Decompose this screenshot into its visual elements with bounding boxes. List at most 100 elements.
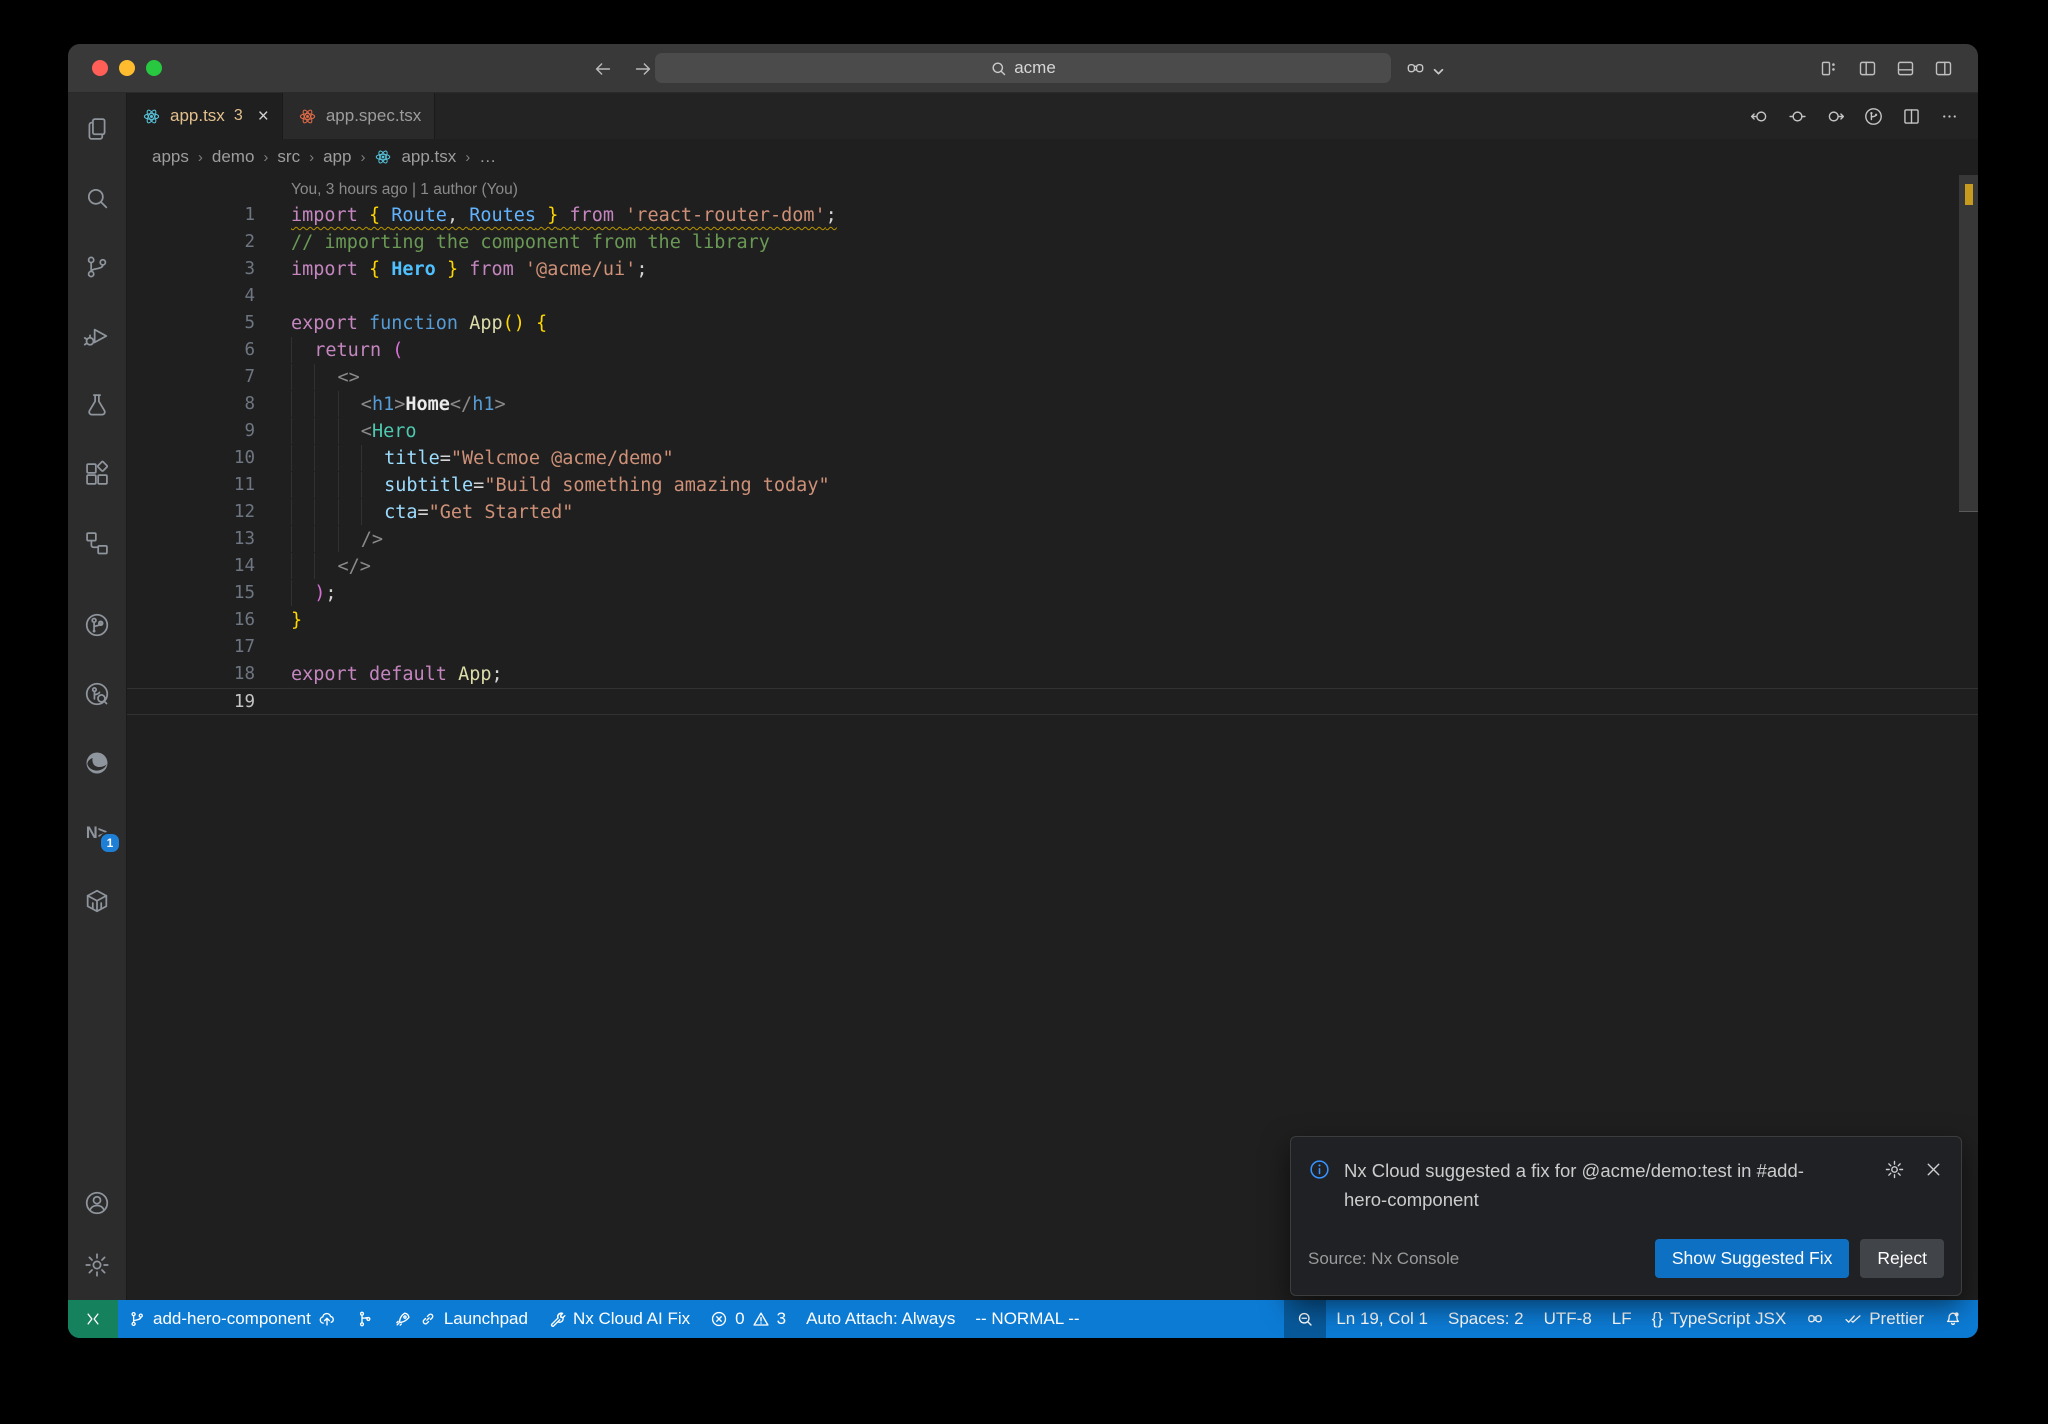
activity-explorer-icon[interactable]	[74, 106, 120, 152]
code-line: 9 <Hero	[127, 418, 1978, 445]
nav-back-circle-icon[interactable]	[1749, 106, 1770, 127]
close-window-button[interactable]	[92, 60, 108, 76]
window-controls	[92, 60, 162, 76]
toggle-secondary-sidebar-icon[interactable]	[1933, 58, 1954, 79]
activity-references-icon[interactable]	[74, 520, 120, 566]
activity-settings-icon[interactable]	[74, 1242, 120, 1288]
statusbar-nx-cloud-ai-fix[interactable]: Nx Cloud AI Fix	[538, 1300, 700, 1338]
activity-extensions-icon[interactable]	[74, 451, 120, 497]
code-line: 10 title="Welcmoe @acme/demo"	[127, 445, 1978, 472]
statusbar-formatter[interactable]: Prettier	[1834, 1300, 1934, 1338]
tab-strip: app.tsx 3 × app.spec.tsx	[127, 93, 1978, 139]
breadcrumb-separator: ›	[309, 148, 315, 166]
nav-point-circle-icon[interactable]	[1787, 106, 1808, 127]
breadcrumb-item[interactable]: apps	[152, 147, 189, 167]
line-number: 13	[233, 529, 255, 549]
code-line: 16}	[127, 607, 1978, 634]
code-line: 18 export default App;	[127, 661, 1978, 688]
scrollbar-slider[interactable]	[1959, 175, 1978, 512]
breadcrumb[interactable]: apps › demo › src › app › app.tsx ›…	[127, 139, 1978, 175]
line-number: 15	[233, 583, 255, 603]
activity-edge-tools-icon[interactable]	[74, 740, 120, 786]
line-content: <>	[291, 364, 360, 391]
line-content: export function App() {	[291, 313, 548, 334]
copilot-menu[interactable]	[1405, 58, 1444, 79]
statusbar-encoding[interactable]: UTF-8	[1534, 1300, 1602, 1338]
activity-run-debug-icon[interactable]	[74, 313, 120, 359]
info-icon	[1308, 1158, 1331, 1181]
customize-layout-icon[interactable]	[1819, 58, 1840, 79]
breadcrumb-item[interactable]: app.tsx	[401, 147, 456, 167]
activity-source-control-icon[interactable]	[74, 244, 120, 290]
breadcrumb-separator: ›	[360, 148, 366, 166]
activity-account-icon[interactable]	[74, 1180, 120, 1226]
line-content: export default App;	[291, 664, 503, 685]
bell-icon	[1944, 1310, 1962, 1328]
breadcrumb-item[interactable]: app	[323, 147, 351, 167]
statusbar-git-branch[interactable]: add-hero-component	[118, 1300, 346, 1338]
chevron-down-icon	[1428, 61, 1444, 76]
close-tab-icon[interactable]: ×	[258, 107, 269, 126]
command-center-search[interactable]: acme	[655, 53, 1391, 83]
warning-overview-marker	[1965, 184, 1973, 205]
statusbar-zoom-indicator[interactable]	[1284, 1300, 1327, 1338]
activity-search-icon[interactable]	[74, 175, 120, 221]
reject-button[interactable]: Reject	[1860, 1239, 1944, 1278]
code-line: 8 <h1>Home</h1>	[127, 391, 1978, 418]
toggle-primary-sidebar-icon[interactable]	[1857, 58, 1878, 79]
code-line: 7 <>	[127, 364, 1978, 391]
breadcrumb-item[interactable]: …	[479, 147, 496, 167]
line-number: 5	[244, 313, 255, 333]
code-line: 19	[127, 688, 1978, 715]
editor-scrollbar[interactable]	[1959, 175, 1978, 1300]
code-line: 4	[127, 283, 1978, 310]
label: {}	[1651, 1309, 1663, 1328]
activity-gitlens-inspect-icon[interactable]	[74, 671, 120, 717]
notification-close-icon[interactable]	[1923, 1159, 1944, 1180]
breadcrumb-separator: ›	[465, 148, 471, 166]
tab-app-spec-tsx[interactable]: app.spec.tsx	[282, 93, 436, 139]
activity-nx-console-icon[interactable]: N> 1	[74, 809, 121, 855]
code-editor[interactable]: You, 3 hours ago | 1 author (You) 1 impor…	[127, 175, 1978, 1300]
navigate-back-icon[interactable]	[592, 58, 614, 79]
nx-console-badge: 1	[99, 832, 121, 854]
statusbar-problems[interactable]: 03	[700, 1300, 796, 1338]
breadcrumb-item[interactable]: demo	[212, 147, 255, 167]
run-commit-graph-icon[interactable]	[1863, 106, 1884, 127]
activity-gitlens-icon[interactable]	[74, 602, 120, 648]
statusbar-remote-indicator[interactable]	[68, 1300, 118, 1338]
statusbar-launchpad[interactable]: Launchpad	[384, 1300, 538, 1338]
statusbar-commit-graph[interactable]	[346, 1300, 384, 1338]
activity-testing-icon[interactable]	[74, 382, 120, 428]
label: Nx Cloud AI Fix	[572, 1309, 691, 1328]
line-content: // importing the component from the libr…	[291, 232, 770, 253]
show-suggested-fix-button[interactable]: Show Suggested Fix	[1654, 1239, 1850, 1278]
tab-app-tsx[interactable]: app.tsx 3 ×	[127, 93, 283, 139]
statusbar-language-mode[interactable]: {} TypeScript JSX	[1642, 1300, 1797, 1338]
statusbar-vim-mode[interactable]: -- NORMAL --	[965, 1300, 1089, 1338]
statusbar-cursor-position[interactable]: Ln 19, Col 1	[1326, 1300, 1438, 1338]
split-editor-icon[interactable]	[1901, 106, 1922, 127]
link-icon	[419, 1310, 437, 1328]
more-actions-icon[interactable]	[1939, 106, 1960, 127]
activity-containers-icon[interactable]	[74, 878, 120, 924]
maximize-window-button[interactable]	[146, 60, 162, 76]
breadcrumb-item[interactable]: src	[277, 147, 300, 167]
statusbar-indentation[interactable]: Spaces: 2	[1438, 1300, 1534, 1338]
navigate-forward-icon[interactable]	[632, 58, 654, 79]
wrench-icon	[548, 1310, 566, 1328]
statusbar-eol[interactable]: LF	[1602, 1300, 1642, 1338]
statusbar-notifications-bell[interactable]	[1934, 1300, 1972, 1338]
notification-message: Nx Cloud suggested a fix for @acme/demo:…	[1344, 1159, 1804, 1211]
notification-settings-gear-icon[interactable]	[1884, 1159, 1905, 1180]
statusbar-auto-attach[interactable]: Auto Attach: Always	[796, 1300, 965, 1338]
line-number: 8	[244, 394, 255, 414]
line-content: <Hero	[291, 418, 417, 445]
label: Launchpad	[443, 1309, 528, 1328]
toggle-panel-icon[interactable]	[1895, 58, 1916, 79]
line-number: 17	[233, 637, 255, 657]
search-icon	[990, 60, 1007, 77]
nav-forward-circle-icon[interactable]	[1825, 106, 1846, 127]
statusbar-copilot-status[interactable]	[1796, 1300, 1834, 1338]
minimize-window-button[interactable]	[119, 60, 135, 76]
